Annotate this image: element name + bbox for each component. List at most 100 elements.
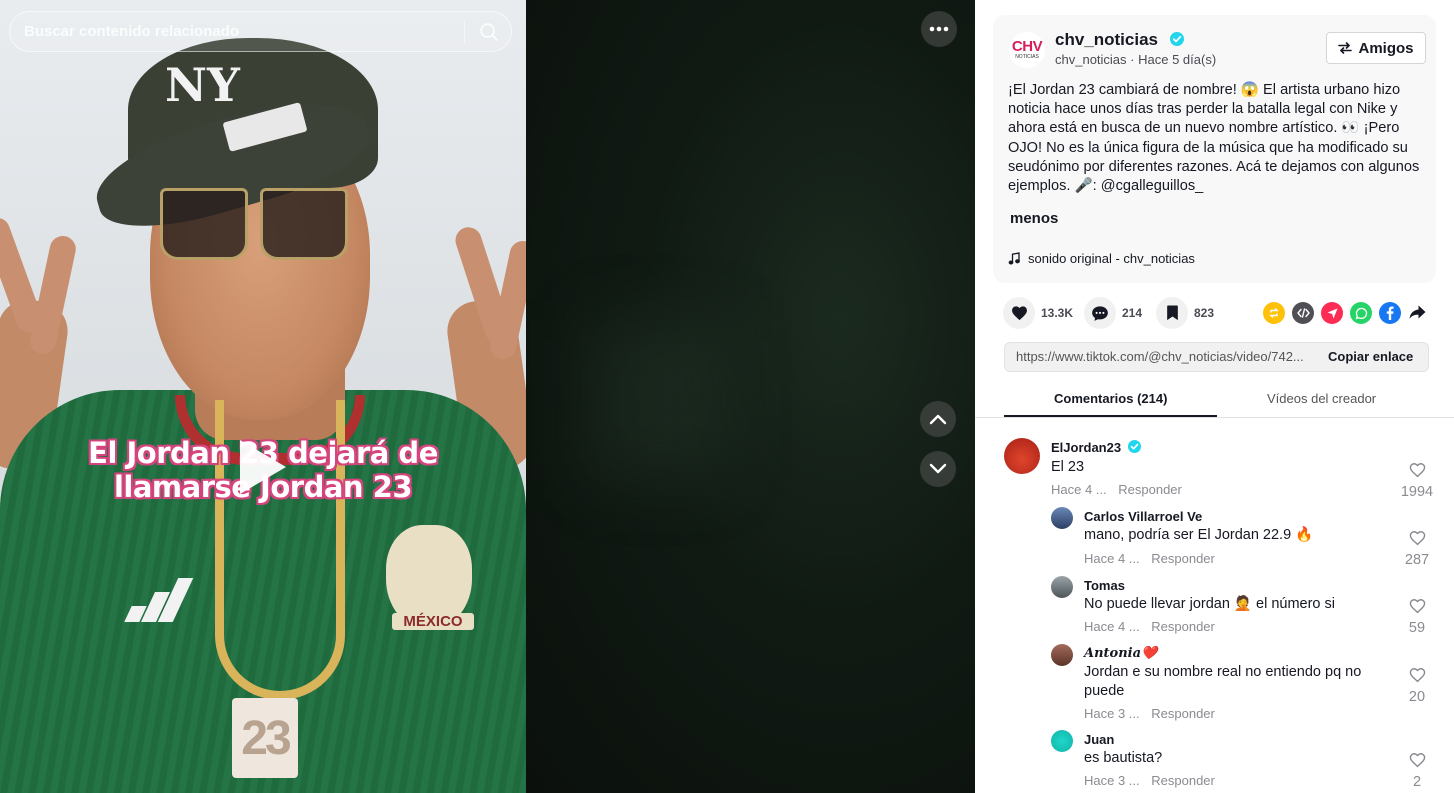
more-options-button[interactable] [921, 11, 957, 47]
reply-button[interactable]: Responder [1151, 619, 1215, 634]
comment-text: mano, podría ser El Jordan 22.9 🔥 [1084, 527, 1314, 543]
avatar-logo-subtext: NOTICIAS [1015, 54, 1039, 60]
actions-row: 13.3K 214 823 [1003, 297, 1433, 329]
chain-pendant: 23 [232, 698, 298, 778]
search-icon[interactable] [478, 21, 500, 43]
save-action[interactable]: 823 [1156, 297, 1214, 329]
post-description: ¡El Jordan 23 cambiará de nombre! 😱 El a… [1008, 82, 1420, 195]
heart-icon [1011, 306, 1027, 321]
comment-like-count: 287 [1404, 552, 1430, 568]
comment-meta: Hace 4 ... Responder [1084, 551, 1215, 566]
heart-outline-icon [1409, 463, 1425, 478]
send-icon[interactable] [1321, 302, 1343, 324]
like-action[interactable]: 13.3K [1003, 297, 1073, 329]
commenter-avatar[interactable] [1051, 507, 1073, 529]
ellipsis-icon [929, 26, 949, 32]
facebook-glyph [1386, 306, 1394, 320]
commenter-name[interactable]: Tomas [1084, 578, 1125, 593]
search-bar[interactable] [9, 11, 512, 52]
verified-badge-icon [1127, 440, 1141, 453]
commenter-avatar[interactable] [1051, 576, 1073, 598]
tab-creator-videos[interactable]: Vídeos del creador [1267, 391, 1376, 406]
comment-meta: Hace 4 ... Responder [1051, 482, 1182, 497]
search-divider [464, 20, 465, 44]
paper-plane [1327, 308, 1337, 318]
active-tab-indicator [1004, 415, 1217, 417]
comment-bubble-icon [1092, 305, 1108, 321]
comment-meta: Hace 3 ... Responder [1084, 773, 1215, 788]
side-panel: CHV NOTICIAS chv_noticias chv_noticias ·… [975, 0, 1454, 793]
comment-like[interactable]: 2 [1397, 752, 1437, 790]
comment-button[interactable] [1084, 297, 1116, 329]
friends-button[interactable]: Amigos [1326, 32, 1426, 64]
save-count: 823 [1194, 306, 1215, 320]
heart-outline-icon [1409, 599, 1425, 614]
commenter-name[interactable]: 𝑨𝒏𝒕𝒐𝒏𝒊𝒂❤️ [1084, 646, 1157, 661]
comment-time: Hace 4 ... [1084, 619, 1140, 634]
share-arrow-icon[interactable] [1409, 305, 1426, 320]
panel-tabs: Comentarios (214) Vídeos del creador [975, 382, 1454, 418]
commenter-name[interactable]: ElJordan23 [1051, 440, 1141, 455]
comment-like[interactable]: 287 [1397, 530, 1437, 568]
heart-outline-icon [1409, 668, 1425, 683]
code-brackets [1296, 308, 1310, 318]
commenter-name[interactable]: Juan [1084, 732, 1114, 747]
whatsapp-icon[interactable] [1350, 302, 1372, 324]
save-button[interactable] [1156, 297, 1188, 329]
jersey-crest-text: MÉXICO [392, 613, 474, 630]
post-info-card: CHV NOTICIAS chv_noticias chv_noticias ·… [993, 15, 1436, 283]
comment-text: No puede llevar jordan 🤦 el número si [1084, 596, 1335, 612]
reply-button[interactable]: Responder [1151, 706, 1215, 721]
comment-like-count: 20 [1408, 689, 1426, 705]
reply-button[interactable]: Responder [1151, 551, 1215, 566]
video-url[interactable]: https://www.tiktok.com/@chv_noticias/vid… [1016, 349, 1316, 364]
copy-link-button[interactable]: Copiar enlace [1328, 349, 1413, 364]
tab-comments[interactable]: Comentarios (214) [1054, 391, 1167, 406]
comment-meta: Hace 3 ... Responder [1084, 706, 1215, 721]
search-input[interactable] [24, 12, 464, 51]
heart-outline-icon [1409, 753, 1425, 768]
next-video-button[interactable] [920, 451, 956, 487]
music-link[interactable]: sonido original - chv_noticias [1008, 251, 1195, 266]
bookmark-icon [1166, 305, 1178, 321]
embed-icon[interactable] [1292, 302, 1314, 324]
comment-like[interactable]: 1994 [1397, 462, 1437, 500]
author-name[interactable]: chv_noticias [1055, 30, 1158, 50]
lens [260, 188, 348, 260]
comment-action[interactable]: 214 [1084, 297, 1142, 329]
facebook-icon[interactable] [1379, 302, 1401, 324]
author-meta: chv_noticias · Hace 5 día(s) [1055, 52, 1216, 67]
comment-like[interactable]: 59 [1397, 598, 1437, 636]
verified-badge-icon [1170, 32, 1184, 46]
meta-separator: · [1130, 52, 1139, 67]
author-handle: chv_noticias [1055, 52, 1127, 67]
like-count: 13.3K [1041, 306, 1074, 320]
repost-icon[interactable] [1263, 302, 1285, 324]
music-note-icon [1008, 252, 1020, 265]
author-avatar[interactable]: CHV NOTICIAS [1009, 32, 1045, 68]
video-player[interactable]: NY 23 MÉXICO El Jordan 23 dejará de llam… [0, 0, 975, 793]
play-icon[interactable] [240, 440, 286, 494]
reply-button[interactable]: Responder [1118, 482, 1182, 497]
comment-time: Hace 4 ... [1051, 482, 1107, 497]
comment-text: es bautista? [1084, 750, 1163, 766]
like-button[interactable] [1003, 297, 1035, 329]
video-blurred-background [526, 0, 975, 793]
friends-label: Amigos [1358, 39, 1414, 57]
repost-arrows [1269, 308, 1279, 318]
copy-link-bar: https://www.tiktok.com/@chv_noticias/vid… [1004, 342, 1429, 372]
jersey-stripes-logo [122, 576, 194, 622]
commenter-name[interactable]: Carlos Villarroel Ve [1084, 509, 1202, 524]
previous-video-button[interactable] [920, 401, 956, 437]
commenter-avatar[interactable] [1051, 730, 1073, 752]
lens [160, 188, 248, 260]
chevron-up-icon [929, 414, 947, 425]
comment-like[interactable]: 20 [1397, 667, 1437, 705]
reply-button[interactable]: Responder [1151, 773, 1215, 788]
video-frame[interactable]: NY 23 MÉXICO El Jordan 23 dejará de llam… [0, 0, 526, 793]
commenter-avatar[interactable] [1051, 644, 1073, 666]
comment-time: Hace 3 ... [1084, 773, 1140, 788]
commenter-avatar[interactable] [1004, 438, 1040, 474]
show-less-button[interactable]: menos [1010, 210, 1058, 227]
avatar-logo-text: CHV [1011, 38, 1043, 55]
